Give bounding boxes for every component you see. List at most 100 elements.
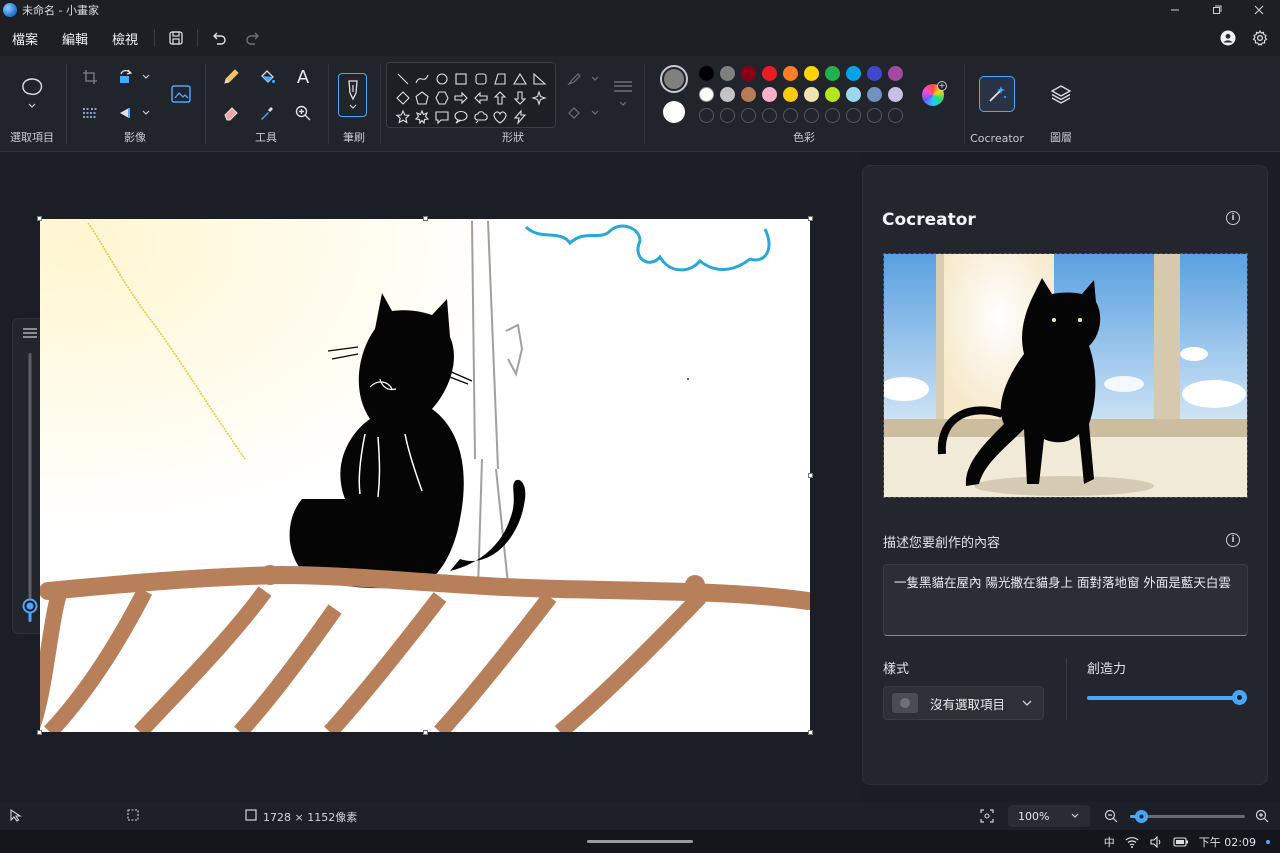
resize-handle[interactable] <box>808 730 813 735</box>
edit-colors-button[interactable]: + <box>922 81 947 106</box>
free-select-button[interactable] <box>18 74 46 114</box>
tools-group: A 工具 <box>206 56 326 152</box>
custom-color-slot[interactable] <box>804 108 819 123</box>
layers-icon <box>1050 85 1072 104</box>
resize-handle[interactable] <box>423 216 428 221</box>
color-swatch[interactable] <box>699 87 714 102</box>
info-icon[interactable]: i <box>1226 533 1240 547</box>
color-swatch[interactable] <box>867 66 882 81</box>
color-swatch[interactable] <box>762 66 777 81</box>
style-dropdown[interactable]: 沒有選取項目 <box>883 686 1044 720</box>
color-swatch[interactable] <box>741 66 756 81</box>
settings-button[interactable] <box>1248 26 1272 50</box>
color-swatch[interactable] <box>804 66 819 81</box>
drawing-canvas[interactable] <box>40 219 810 732</box>
primary-color-button[interactable] <box>660 65 688 93</box>
zoom-in-icon <box>1255 809 1269 823</box>
color-picker-button[interactable] <box>254 100 280 126</box>
clock[interactable]: 下午 02:09 <box>1199 834 1256 850</box>
resize-handle[interactable] <box>808 473 813 478</box>
notification-dot[interactable] <box>1266 839 1270 844</box>
menu-edit[interactable]: 編輯 <box>50 20 100 56</box>
creativity-slider-track[interactable] <box>1087 696 1239 700</box>
battery-icon[interactable] <box>1173 836 1189 847</box>
selection-size-button[interactable] <box>126 808 140 825</box>
magnifier-button[interactable] <box>290 100 316 126</box>
resize-handle[interactable] <box>423 730 428 735</box>
custom-color-slot[interactable] <box>846 108 861 123</box>
color-swatch[interactable] <box>867 87 882 102</box>
minimize-button[interactable] <box>1154 0 1196 20</box>
minimize-icon <box>1171 9 1179 11</box>
generated-cat-image <box>884 254 1247 497</box>
zoom-in-button[interactable] <box>1254 808 1270 827</box>
paint-app-icon <box>3 3 17 17</box>
fill-button[interactable] <box>254 64 280 90</box>
color-swatch[interactable] <box>783 66 798 81</box>
account-button[interactable] <box>1216 26 1240 50</box>
resize-button[interactable] <box>77 100 103 126</box>
color-swatch[interactable] <box>741 87 756 102</box>
brush-selector-button[interactable] <box>338 73 367 117</box>
fit-to-window-button[interactable] <box>979 808 995 827</box>
save-button[interactable] <box>159 20 193 56</box>
custom-color-slot[interactable] <box>867 108 882 123</box>
close-button[interactable] <box>1238 0 1280 20</box>
color-swatch[interactable] <box>762 87 777 102</box>
custom-color-slot[interactable] <box>783 108 798 123</box>
color-swatch[interactable] <box>825 87 840 102</box>
fill-bucket-icon <box>261 70 275 83</box>
menu-file[interactable]: 檔案 <box>0 20 50 56</box>
color-swatch[interactable] <box>699 66 714 81</box>
flip-button[interactable] <box>115 100 153 126</box>
restore-button[interactable] <box>1196 0 1238 20</box>
info-icon[interactable]: i <box>1226 211 1240 225</box>
generated-image-preview[interactable] <box>883 253 1248 498</box>
prompt-input[interactable]: 一隻黑貓在屋內 陽光撒在貓身上 面對落地窗 外面是藍天白雲 <box>883 564 1248 636</box>
custom-color-slot[interactable] <box>699 108 714 123</box>
wifi-icon[interactable] <box>1125 836 1139 848</box>
color-swatch[interactable] <box>720 87 735 102</box>
resize-handle[interactable] <box>37 216 42 221</box>
color-swatch[interactable] <box>846 66 861 81</box>
custom-color-slot[interactable] <box>720 108 735 123</box>
color-swatch[interactable] <box>888 66 903 81</box>
undo-button[interactable] <box>202 20 236 56</box>
undo-icon <box>213 32 226 45</box>
secondary-color-button[interactable] <box>663 101 685 123</box>
zoom-value: 100% <box>1018 809 1050 823</box>
layers-button[interactable] <box>1047 80 1075 108</box>
resize-handle[interactable] <box>808 216 813 221</box>
cursor-position-button[interactable] <box>8 808 22 825</box>
ime-indicator[interactable]: 中 <box>1104 834 1115 850</box>
color-swatch[interactable] <box>804 87 819 102</box>
color-swatch[interactable] <box>825 66 840 81</box>
custom-color-slot[interactable] <box>888 108 903 123</box>
image-generate-button[interactable] <box>167 80 195 108</box>
zoom-out-button[interactable] <box>1103 808 1119 827</box>
volume-icon[interactable] <box>1149 835 1163 848</box>
color-swatch[interactable] <box>846 87 861 102</box>
color-swatch[interactable] <box>783 87 798 102</box>
creativity-slider-thumb[interactable] <box>1232 690 1247 705</box>
home-indicator[interactable] <box>587 840 693 843</box>
text-button[interactable]: A <box>290 64 316 90</box>
custom-color-slot[interactable] <box>762 108 777 123</box>
resize-handle[interactable] <box>37 730 42 735</box>
custom-color-slot[interactable] <box>825 108 840 123</box>
redo-icon <box>246 32 260 45</box>
zoom-slider-thumb[interactable] <box>1135 810 1148 823</box>
crop-button[interactable] <box>77 64 103 90</box>
pencil-button[interactable] <box>218 64 244 90</box>
eraser-button[interactable] <box>218 100 244 126</box>
cocreator-button[interactable] <box>979 76 1015 112</box>
zoom-dropdown[interactable]: 100% <box>1008 805 1090 827</box>
image-placeholder-icon <box>900 698 910 708</box>
redo-button[interactable] <box>236 20 270 56</box>
custom-color-slot[interactable] <box>741 108 756 123</box>
style-thumbnail <box>892 693 918 713</box>
color-swatch[interactable] <box>888 87 903 102</box>
color-swatch[interactable] <box>720 66 735 81</box>
rotate-button[interactable] <box>115 64 153 90</box>
menu-view[interactable]: 檢視 <box>100 20 150 56</box>
